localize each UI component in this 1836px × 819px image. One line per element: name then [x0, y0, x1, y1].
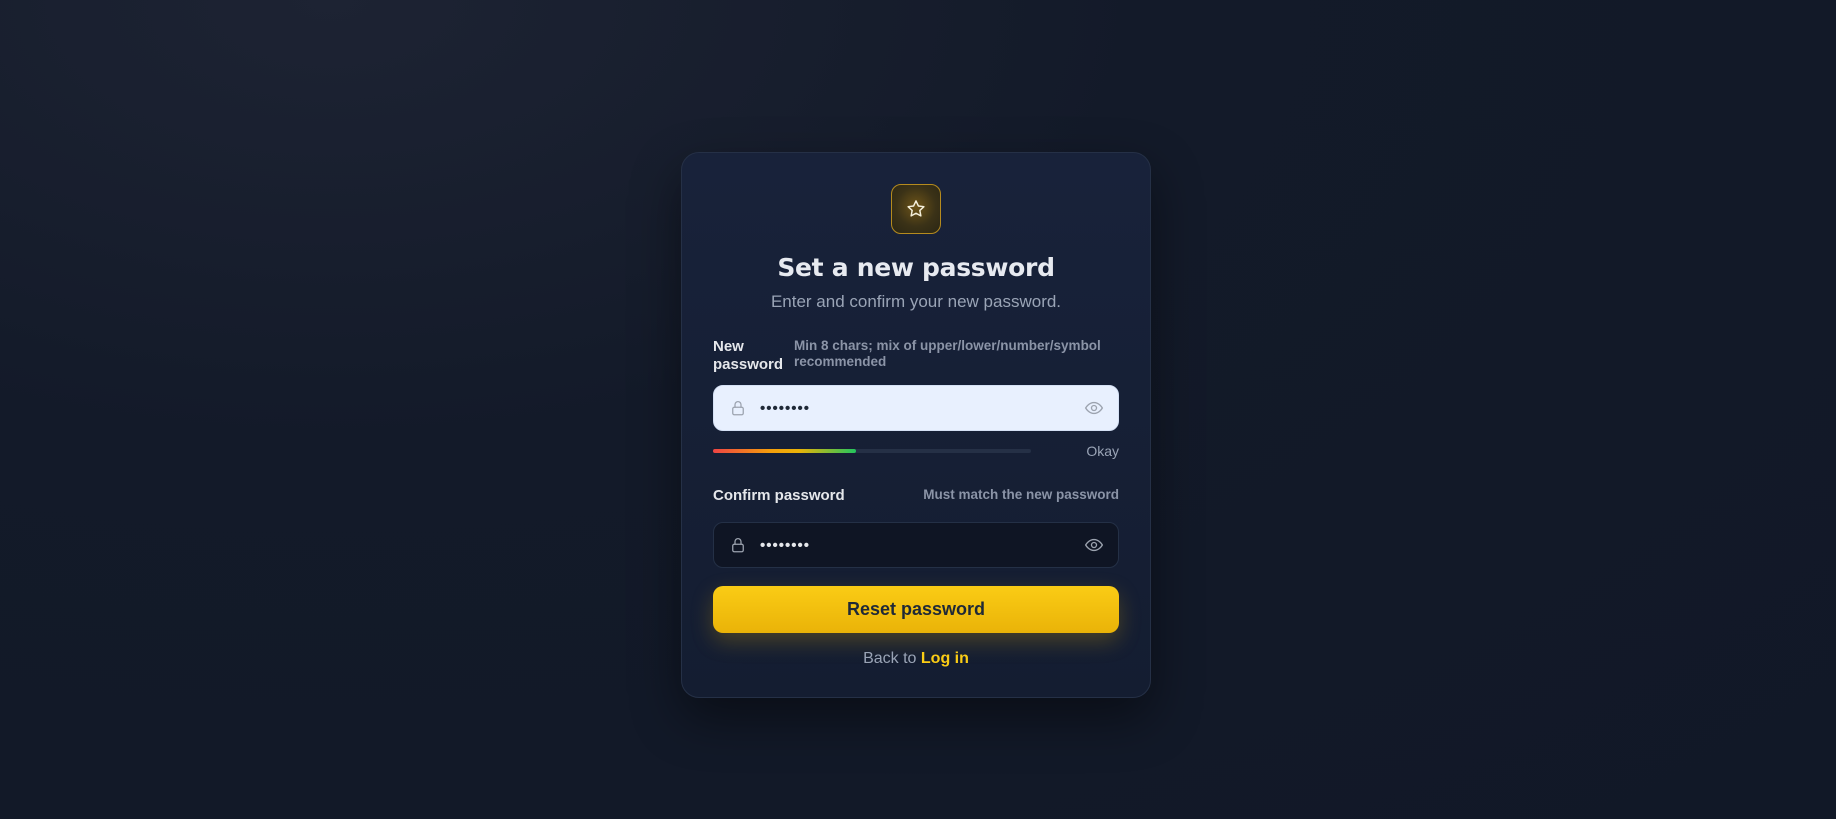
confirm-password-hint: Must match the new password	[923, 487, 1119, 502]
reset-password-card: Set a new password Enter and confirm you…	[681, 152, 1151, 698]
new-password-input[interactable]: ••••••••	[760, 400, 1084, 417]
password-strength-meter: Okay	[713, 443, 1119, 459]
lock-icon	[732, 401, 744, 416]
page-subtitle: Enter and confirm your new password.	[770, 292, 1062, 311]
strength-bar-fill	[713, 449, 857, 453]
reset-password-button[interactable]: Reset password	[713, 586, 1119, 633]
strength-label: Okay	[1086, 443, 1119, 459]
back-to-login: Back to Log in	[713, 650, 1119, 668]
eye-icon[interactable]	[1084, 398, 1104, 418]
page-title: Set a new password	[777, 253, 1055, 282]
confirm-password-label: Confirm password	[713, 487, 845, 504]
logo-badge	[891, 184, 941, 234]
confirm-password-field[interactable]: ••••••••	[713, 522, 1119, 568]
strength-bar-track	[713, 449, 1031, 453]
lock-icon	[732, 538, 744, 553]
new-password-label: New password	[713, 338, 784, 373]
eye-icon[interactable]	[1084, 535, 1104, 555]
confirm-password-label-row: Confirm password Must match the new pass…	[713, 487, 1119, 505]
back-prefix: Back to	[863, 650, 917, 667]
new-password-field[interactable]: ••••••••	[713, 385, 1119, 431]
new-password-label-row: New password Min 8 chars; mix of upper/l…	[713, 338, 1119, 374]
confirm-password-input[interactable]: ••••••••	[760, 537, 1084, 554]
login-link[interactable]: Log in	[921, 650, 969, 667]
star-icon	[907, 200, 925, 217]
new-password-hint: Min 8 chars; mix of upper/lower/number/s…	[794, 338, 1101, 369]
